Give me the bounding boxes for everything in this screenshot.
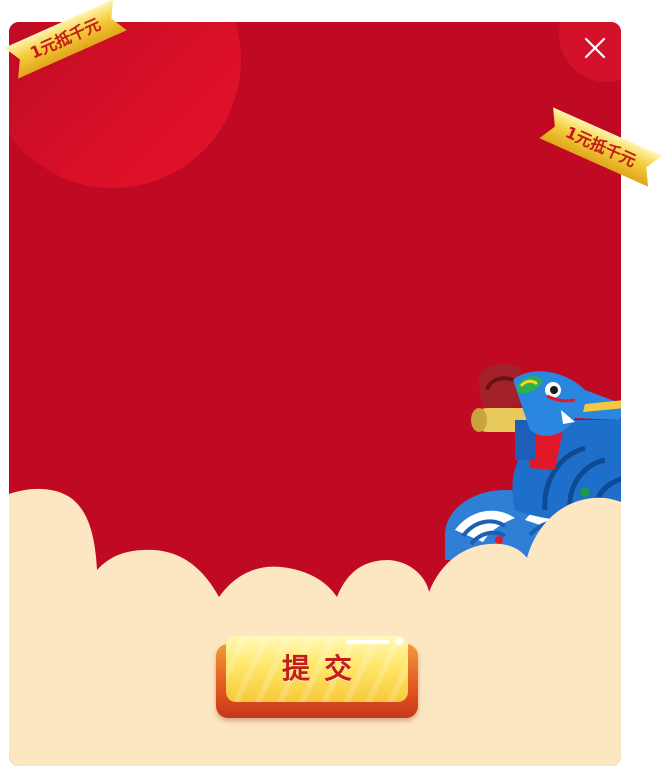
submit-button-face: 提交	[226, 636, 408, 702]
close-button[interactable]	[582, 35, 608, 61]
submit-button-label: 提交	[281, 652, 366, 685]
page-root: 提交 1元抵千元 1元抵千元	[0, 0, 664, 766]
promo-dialog: 提交	[9, 22, 621, 766]
close-icon	[584, 37, 606, 59]
submit-button[interactable]: 提交	[216, 636, 418, 720]
